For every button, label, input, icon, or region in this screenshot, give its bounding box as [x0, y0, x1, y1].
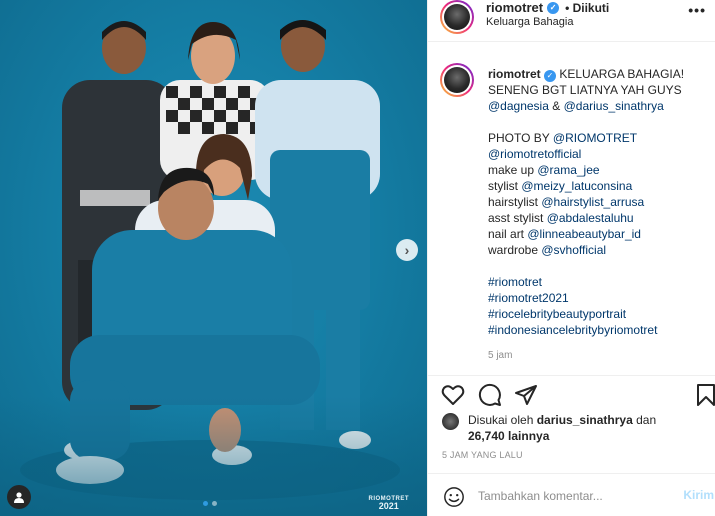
- credit-line: make up @rama_jee: [488, 162, 710, 178]
- caption-time[interactable]: 5 jam: [488, 348, 710, 364]
- mention-link[interactable]: @darius_sinathrya: [564, 99, 664, 113]
- more-options-icon[interactable]: •••: [688, 2, 706, 18]
- mention-link[interactable]: @dagnesia: [488, 99, 549, 113]
- credit-handle-link[interactable]: @rama_jee: [537, 163, 599, 177]
- action-bar: [428, 375, 715, 411]
- credit-handle-link[interactable]: @abdalestaluhu: [547, 211, 634, 225]
- credit-line: stylist @meizy_latuconsina: [488, 178, 710, 194]
- likes-count[interactable]: 26,740 lainnya: [468, 429, 549, 443]
- credit-label: stylist: [488, 179, 522, 193]
- credit-line: PHOTO BY @RIOMOTRET: [488, 130, 710, 146]
- credit-label: wardrobe: [488, 243, 542, 257]
- carousel-indicator: [203, 501, 217, 506]
- header-avatar[interactable]: [440, 0, 474, 34]
- caption-section: riomotret ✓ KELUARGA BAHAGIA! SENENG BGT…: [428, 43, 715, 375]
- verified-icon: ✓: [547, 1, 560, 14]
- follow-status[interactable]: • Diikuti: [565, 1, 609, 15]
- caption-ampersand: &: [552, 99, 561, 113]
- chevron-right-icon: ›: [404, 242, 410, 258]
- watermark-year: 2021: [378, 501, 399, 512]
- post-comment-button[interactable]: Kirim: [683, 488, 714, 502]
- credit-line: wardrobe @svhofficial: [488, 242, 710, 258]
- post-timestamp[interactable]: 5 JAM YANG LALU: [442, 450, 523, 460]
- heart-icon[interactable]: [441, 383, 465, 407]
- credit-line: @riomotretofficial: [488, 146, 710, 162]
- credit-handle-link[interactable]: @riomotretofficial: [488, 147, 581, 161]
- likes-summary: Disukai oleh darius_sinathrya dan 26,740…: [442, 411, 712, 445]
- credit-label: PHOTO BY: [488, 131, 553, 145]
- carousel-dot-2: [212, 501, 217, 506]
- tagged-users-button[interactable]: [7, 485, 31, 509]
- caption-verified-icon: ✓: [544, 70, 557, 82]
- credit-handle-link[interactable]: @hairstylist_arrusa: [541, 195, 644, 209]
- photo-floor: [0, 396, 427, 516]
- hashtag-link[interactable]: #riomotret2021: [488, 290, 710, 306]
- comment-box: Kirim: [428, 473, 715, 516]
- credit-line: hairstylist @hairstylist_arrusa: [488, 194, 710, 210]
- credit-line: asst stylist @abdalestaluhu: [488, 210, 710, 226]
- caption-text: riomotret ✓ KELUARGA BAHAGIA! SENENG BGT…: [488, 66, 710, 364]
- credits-list: PHOTO BY @RIOMOTRET @riomotretofficial mak…: [488, 130, 710, 258]
- likes-line-1: Disukai oleh darius_sinathrya dan: [468, 413, 656, 427]
- credit-line: nail art @linneabeautybar_id: [488, 226, 710, 242]
- credit-label: asst stylist: [488, 211, 547, 225]
- liker-username[interactable]: darius_sinathrya: [537, 413, 633, 427]
- comment-input[interactable]: [478, 484, 658, 508]
- carousel-next-button[interactable]: ›: [396, 239, 418, 261]
- post-photo[interactable]: › RIOMOTRET 2021: [0, 0, 427, 516]
- share-icon[interactable]: [514, 383, 538, 407]
- caption-line-2: SENENG BGT LIATNYA YAH GUYS: [488, 83, 682, 97]
- carousel-dot-1: [203, 501, 208, 506]
- post-side-panel: riomotret ✓ • Diikuti Keluarga Bahagia •…: [427, 0, 715, 516]
- header-username[interactable]: riomotret: [486, 0, 543, 15]
- credit-label: hairstylist: [488, 195, 542, 209]
- location-link[interactable]: Keluarga Bahagia: [486, 16, 573, 28]
- caption-username[interactable]: riomotret: [488, 67, 541, 81]
- user-tag-icon: [14, 492, 24, 503]
- post-header: riomotret ✓ • Diikuti Keluarga Bahagia •…: [428, 0, 715, 42]
- likes-prefix: Disukai oleh: [468, 413, 534, 427]
- comment-icon[interactable]: [478, 383, 502, 407]
- likes-and: dan: [636, 413, 657, 427]
- caption-line-1: KELUARGA BAHAGIA!: [559, 67, 685, 81]
- credit-handle-link[interactable]: @meizy_latuconsina: [521, 179, 632, 193]
- hashtag-link[interactable]: #riocelebritybeautyportrait: [488, 306, 710, 322]
- credit-label: make up: [488, 163, 538, 177]
- credit-handle-link[interactable]: @svhofficial: [541, 243, 606, 257]
- bookmark-icon[interactable]: [694, 383, 715, 407]
- header-username-row: riomotret ✓ • Diikuti: [486, 0, 609, 15]
- credit-handle-link[interactable]: @linneabeautybar_id: [527, 227, 641, 241]
- liker-avatar[interactable]: [442, 413, 459, 430]
- credit-handle-link[interactable]: @RIOMOTRET: [553, 131, 637, 145]
- hashtag-link[interactable]: #indonesiancelebritybyriomotret: [488, 322, 710, 338]
- caption-avatar[interactable]: [440, 63, 474, 97]
- hashtag-list: #riomotret #riomotret2021 #riocelebritybea…: [488, 274, 710, 338]
- hashtag-link[interactable]: #riomotret: [488, 274, 710, 290]
- credit-label: nail art: [488, 227, 528, 241]
- photo-watermark: RIOMOTRET 2021: [369, 496, 410, 512]
- emoji-icon[interactable]: [443, 486, 465, 508]
